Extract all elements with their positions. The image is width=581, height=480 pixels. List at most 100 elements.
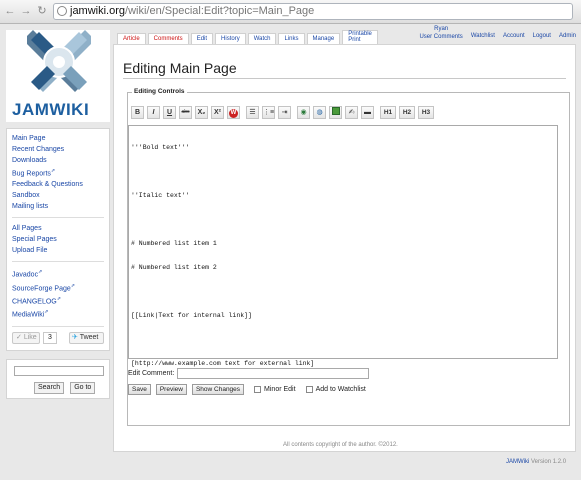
tab-links[interactable]: Links [278,33,305,44]
horizontal-rule-button[interactable]: ▬ [361,106,374,119]
edit-comment-input[interactable] [177,368,370,379]
nowiki-icon: W [229,109,238,118]
tab-manage[interactable]: Manage [306,33,341,44]
sidebar-item-recent-changes[interactable]: Recent Changes [12,144,104,155]
sidebar-item-sandbox[interactable]: Sandbox [12,190,104,201]
globe-external-icon: ◍ [316,109,323,116]
page-title: Editing Main Page [123,60,237,76]
logout-link[interactable]: Logout [533,33,551,41]
jamwiki-version-link[interactable]: JAMWiki [506,459,529,465]
bold-button[interactable]: B [131,106,144,119]
jamwiki-logo[interactable]: JAMWIKI [6,30,110,122]
subscript-button[interactable]: X₂ [195,106,208,119]
external-link-icon: ⇗ [44,309,49,316]
forward-arrow-icon[interactable]: → [20,5,32,17]
horizontal-rule-icon: ▬ [364,109,371,116]
bulleted-list-button[interactable]: ⋮≡ [262,106,275,119]
twitter-bird-icon: ✈ [72,333,78,341]
page-icon [57,6,67,16]
editing-controls-legend: Editing Controls [132,88,187,95]
sidebar-item-mailing-lists[interactable]: Mailing lists [12,201,104,212]
back-arrow-icon[interactable]: ← [4,5,16,17]
sidebar-item-javadoc[interactable]: Javadoc⇗ [12,267,104,280]
footer-copyright: All contents copyright of the author. ©2… [283,442,398,448]
text-line: # Numbered list item 2 [131,264,217,271]
like-button[interactable]: ✓ Like [12,331,40,344]
sidebar-item-all-pages[interactable]: All Pages [12,223,104,234]
external-link-icon: ⇗ [50,168,56,174]
indent-button[interactable]: ☰ [246,106,259,119]
numbered-list-button[interactable]: ⇥ [278,106,291,119]
text-line [131,216,555,224]
address-bar[interactable]: jamwiki.org/wiki/en/Special:Edit?topic=M… [53,3,573,20]
nowiki-button[interactable]: W [227,106,240,119]
italic-button[interactable]: I [147,106,160,119]
account-link[interactable]: Account [503,33,525,41]
superscript-button[interactable]: X² [211,106,224,119]
heading1-button[interactable]: H1 [380,106,396,119]
tab-print-line2: Print [348,37,361,43]
strikethrough-button[interactable]: abc [179,106,192,119]
internal-link-button[interactable]: ◉ [297,106,310,119]
user-link-ryan[interactable]: Ryan [419,25,462,33]
user-menu: Ryan User Comments [419,25,462,41]
sidebar: JAMWIKI Main Page Recent Changes Downloa… [6,30,110,399]
edit-actions: Save Preview Show Changes Minor Edit Add… [128,384,366,395]
text-line [131,168,555,176]
editor-toolbar: B I U abc X₂ X² W ☰ ⋮≡ ⇥ ◉ ◍ ✍ ▬ H1 H2 H… [131,106,434,119]
sidebar-item-upload-file[interactable]: Upload File [12,245,104,256]
sidebar-item-special-pages[interactable]: Special Pages [12,234,104,245]
sidebar-item-mediawiki[interactable]: MediaWiki⇗ [12,307,104,320]
preview-button[interactable]: Preview [155,384,187,395]
edit-comment-row: Edit Comment: [128,368,370,379]
sidebar-item-changelog[interactable]: CHANGELOG⇗ [12,294,104,307]
edit-textarea[interactable]: '''Bold text''' ''Italic text'' # Number… [128,125,558,367]
external-link-button[interactable]: ◍ [313,106,326,119]
indent-icon: ☰ [249,109,256,116]
underline-button[interactable]: U [163,106,176,119]
heading2-button[interactable]: H2 [399,106,415,119]
search-button[interactable]: Search [34,381,65,394]
save-button[interactable]: Save [128,384,151,395]
sidebar-item-sourceforge[interactable]: SourceForge Page⇗ [12,281,104,294]
text-line: ''Italic text'' [131,192,190,199]
logo-text: JAMWIKI [12,100,90,119]
add-watchlist-label: Add to Watchlist [315,386,366,393]
sidebar-item-downloads[interactable]: Downloads [12,155,104,166]
tab-watch[interactable]: Watch [247,33,277,44]
title-divider [123,78,566,79]
watchlist-link[interactable]: Watchlist [471,33,495,41]
globe-link-icon: ◉ [300,109,307,116]
sidebar-item-bug-reports[interactable]: Bug Reports⇗ [12,166,104,179]
tab-article[interactable]: Article [117,33,146,44]
like-count: 3 [43,331,57,344]
image-icon [331,107,340,115]
tweet-label: Tweet [79,333,99,341]
signature-button[interactable]: ✍ [345,106,358,119]
nav-group-main: Main Page Recent Changes Downloads Bug R… [12,133,104,219]
sidebar-item-main-page[interactable]: Main Page [12,133,104,144]
thumbs-up-icon: ✓ [16,333,22,341]
reload-icon[interactable]: ↻ [36,5,48,17]
sidebar-item-feedback[interactable]: Feedback & Questions [12,179,104,190]
mediawiki-label: MediaWiki [12,311,45,319]
search-input[interactable] [14,365,104,376]
external-link-icon: ⇗ [56,295,61,302]
tweet-button[interactable]: ✈ Tweet [69,331,104,344]
user-comments-link[interactable]: User Comments [419,33,462,41]
admin-link[interactable]: Admin [559,33,576,41]
add-watchlist-checkbox[interactable] [305,386,313,393]
sourceforge-label: SourceForge Page [12,284,71,292]
tab-history[interactable]: History [215,33,246,44]
heading3-button[interactable]: H3 [418,106,434,119]
external-link-icon: ⇗ [38,269,43,276]
tab-print[interactable]: Printable Print [342,30,378,44]
goto-button[interactable]: Go to [70,381,96,394]
text-line [131,336,555,344]
minor-edit-checkbox[interactable] [254,386,262,393]
image-button[interactable] [329,106,342,119]
tab-comments[interactable]: Comments [147,33,189,44]
bug-reports-label: Bug Reports [12,170,51,178]
jamwiki-logo-icon [27,30,91,92]
show-changes-button[interactable]: Show Changes [191,384,245,395]
